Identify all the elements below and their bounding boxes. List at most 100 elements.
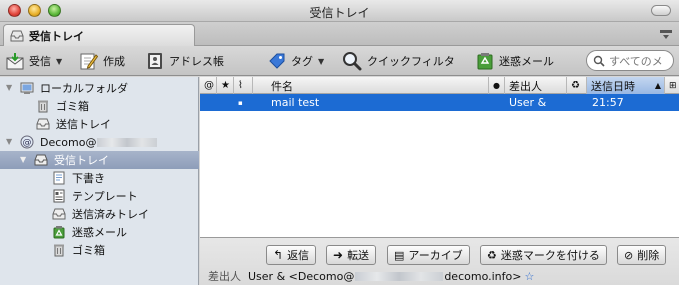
redacted-email	[355, 271, 444, 281]
account-name: Decomo@	[40, 135, 97, 149]
folder-drafts[interactable]: 下書き	[0, 169, 199, 187]
table-row[interactable]: ▪ mail test User & 21:57	[200, 94, 679, 111]
star-contact-icon[interactable]: ☆	[524, 270, 534, 283]
attachment-dot: ▪	[238, 98, 243, 107]
get-mail-label: 受信	[29, 55, 51, 68]
quick-filter-label: クイックフィルタ	[367, 55, 455, 68]
compose-label: 作成	[103, 55, 125, 68]
compose-button[interactable]: 作成	[80, 51, 125, 71]
delete-button[interactable]: ⊘ 削除	[617, 245, 667, 265]
archive-button[interactable]: ▤ アーカイブ	[387, 245, 470, 265]
column-header-row: @ ★ ⌇ 件名 ● 差出人 ♻ 送信日時 ▲ ⊞	[200, 77, 679, 94]
reply-arrow-icon: ↰	[273, 248, 284, 262]
get-mail-button[interactable]: 受信 ▼	[6, 51, 62, 71]
star-icon: ★	[221, 80, 230, 91]
column-read[interactable]: ●	[489, 77, 505, 94]
from-address-start[interactable]: User & <Decomo@	[248, 270, 354, 283]
message-date: 21:57	[592, 96, 624, 109]
trash-icon	[38, 100, 48, 113]
sort-ascending-icon: ▲	[654, 81, 661, 90]
address-book-icon	[148, 53, 162, 69]
from-address-end[interactable]: decomo.info>	[444, 270, 521, 283]
address-book-button[interactable]: アドレス帳	[146, 51, 224, 71]
inbox-icon	[10, 30, 24, 41]
chevron-down-icon[interactable]: ▼	[56, 57, 62, 66]
folder-inbox[interactable]: ▼ 受信トレイ	[0, 151, 199, 169]
folder-local-outbox[interactable]: 送信トレイ	[0, 115, 199, 133]
chevron-down-icon[interactable]: ▼	[318, 57, 324, 66]
folder-account[interactable]: ▼ @ Decomo@	[0, 133, 199, 151]
junk-button[interactable]: 迷惑メール	[476, 51, 554, 71]
address-book-label: アドレス帳	[169, 55, 224, 68]
column-sender[interactable]: 差出人	[505, 77, 567, 94]
delete-circle-icon: ⊘	[624, 248, 634, 262]
column-starred[interactable]: ★	[217, 77, 234, 94]
disclosure-triangle-icon[interactable]: ▼	[20, 156, 28, 164]
forward-arrow-icon: ➜	[333, 248, 344, 262]
folder-local-trash[interactable]: ゴミ箱	[0, 97, 199, 115]
search-input[interactable]: すべてのメ	[586, 50, 674, 71]
outbox-icon	[36, 118, 50, 130]
folder-label: ゴミ箱	[72, 244, 105, 257]
column-picker[interactable]: ⊞	[665, 77, 679, 94]
redacted-email	[97, 137, 158, 147]
folder-label: 受信トレイ	[54, 154, 109, 167]
folder-trash[interactable]: ゴミ箱	[0, 241, 199, 259]
recycle-icon: ♻	[487, 248, 497, 262]
folder-label: 送信済みトレイ	[72, 208, 149, 221]
drafts-icon	[53, 171, 65, 185]
folder-pane: ▼ ローカルフォルダ ゴミ箱 送信トレイ ▼ @ Decomo@ ▼ 受信トレイ…	[0, 77, 199, 285]
tab-inbox[interactable]: 受信トレイ	[3, 24, 195, 46]
read-dot-icon: ●	[493, 81, 500, 90]
forward-label: 転送	[347, 249, 370, 262]
templates-icon	[53, 189, 65, 203]
junk-status-icon: ♻	[571, 80, 580, 91]
recycle-junk-icon	[477, 53, 493, 70]
local-folders-icon	[20, 82, 34, 94]
folder-label: ゴミ箱	[56, 100, 89, 113]
folder-junk[interactable]: 迷惑メール	[0, 223, 199, 241]
reply-label: 返信	[287, 249, 310, 262]
message-list: @ ★ ⌇ 件名 ● 差出人 ♻ 送信日時 ▲ ⊞ ▪ mail test Us…	[200, 77, 679, 237]
junk-icon	[53, 226, 65, 239]
search-placeholder: すべてのメ	[609, 54, 663, 68]
folder-sent[interactable]: 送信済みトレイ	[0, 205, 199, 223]
folder-label: 迷惑メール	[72, 226, 127, 239]
toolbar-toggle-button[interactable]	[651, 5, 671, 16]
quick-filter-button[interactable]: クイックフィルタ	[342, 51, 455, 71]
tab-label: 受信トレイ	[29, 29, 84, 43]
main-toolbar: 受信 ▼ 作成 アドレス帳 タグ ▼ クイックフィルタ 迷惑メール すべてのメ	[0, 46, 679, 76]
tab-strip: 受信トレイ	[0, 22, 679, 46]
archive-label: アーカイブ	[408, 249, 463, 262]
svg-text:@: @	[23, 138, 32, 148]
compose-pencil-icon	[80, 53, 98, 70]
column-junk[interactable]: ♻	[567, 77, 587, 94]
archive-box-icon: ▤	[394, 248, 405, 262]
from-line: 差出人 User & <Decomo@ decomo.info> ☆	[208, 268, 534, 284]
column-attachment[interactable]: ⌇	[234, 77, 253, 94]
column-thread[interactable]: @	[200, 77, 217, 94]
mark-junk-label: 迷惑マークを付ける	[500, 249, 600, 262]
column-label: 差出人	[509, 79, 542, 93]
reply-button[interactable]: ↰ 返信	[266, 245, 317, 265]
forward-button[interactable]: ➜ 転送	[326, 245, 377, 265]
disclosure-triangle-icon[interactable]: ▼	[6, 138, 14, 146]
inbox-icon	[34, 154, 48, 166]
tag-button[interactable]: タグ ▼	[268, 51, 324, 71]
message-header-pane: ↰ 返信 ➜ 転送 ▤ アーカイブ ♻ 迷惑マークを付ける ⊘ 削除 差出人 U…	[200, 237, 679, 285]
paperclip-icon: ⌇	[238, 80, 243, 91]
download-mail-icon	[6, 53, 24, 70]
folder-label: 送信トレイ	[56, 118, 111, 131]
disclosure-triangle-icon[interactable]: ▼	[6, 84, 14, 92]
junk-label: 迷惑メール	[499, 55, 554, 68]
folder-label: 下書き	[72, 172, 105, 185]
mark-junk-button[interactable]: ♻ 迷惑マークを付ける	[480, 245, 607, 265]
column-subject[interactable]: 件名	[253, 77, 489, 94]
folder-local-folders[interactable]: ▼ ローカルフォルダ	[0, 79, 199, 97]
tab-list-menu-icon[interactable]	[659, 28, 673, 40]
column-date[interactable]: 送信日時 ▲	[587, 77, 665, 94]
column-label: 送信日時	[591, 79, 635, 93]
folder-templates[interactable]: テンプレート	[0, 187, 199, 205]
column-label: 件名	[271, 79, 293, 93]
tag-icon	[269, 53, 285, 69]
